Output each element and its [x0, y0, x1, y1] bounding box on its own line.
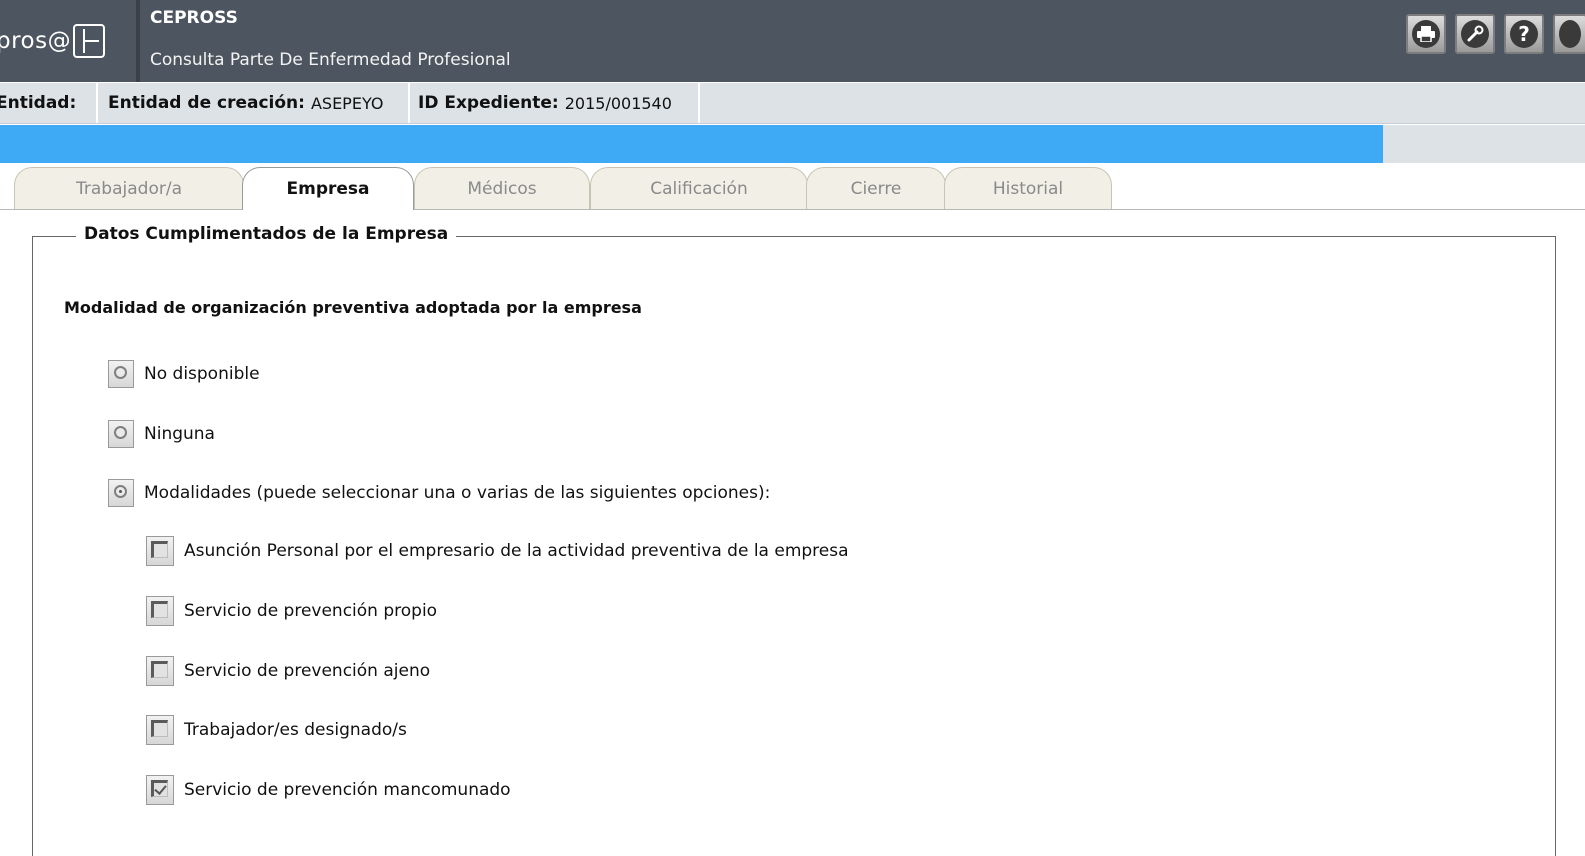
expediente-value: 2015/001540	[564, 93, 672, 113]
entidad-creacion-label: Entidad de creación:	[108, 93, 305, 113]
entidad-creacion-value: ASEPEYO	[310, 93, 384, 113]
checkbox-label: Asunción Personal por el empresario de l…	[184, 541, 849, 561]
checkbox-label: Trabajador/es designado/s	[184, 720, 407, 740]
checkbox[interactable]	[146, 715, 174, 745]
print-icon	[1412, 20, 1440, 48]
tab-empresa[interactable]: Empresa	[242, 167, 414, 210]
tools-button[interactable]	[1455, 14, 1495, 54]
logo-mark-icon	[73, 24, 106, 58]
radio-option-ninguna[interactable]: Ninguna	[108, 420, 215, 448]
checkbox-option-mancomunado[interactable]: Servicio de prevención mancomunado	[146, 775, 511, 805]
radio-option-modalidades[interactable]: Modalidades (puede seleccionar una o var…	[108, 479, 770, 507]
radio-label: No disponible	[144, 364, 260, 384]
tab-cierre[interactable]: Cierre	[806, 167, 946, 209]
fieldset-legend: Datos Cumplimentados de la Empresa	[76, 224, 457, 244]
record-info-bar: Entidad: Entidad de creación: ASEPEYO ID…	[0, 83, 1585, 124]
checkbox-label: Servicio de prevención mancomunado	[184, 780, 511, 800]
help-icon: ?	[1510, 20, 1538, 48]
progress-bar	[0, 125, 1383, 163]
radio-option-no-disponible[interactable]: No disponible	[108, 360, 260, 388]
checkbox-option-propio[interactable]: Servicio de prevención propio	[146, 596, 437, 626]
checkbox-label: Servicio de prevención propio	[184, 601, 438, 621]
progress-bar-remainder	[1383, 125, 1585, 163]
checkbox-option-asuncion[interactable]: Asunción Personal por el empresario de l…	[146, 536, 849, 566]
radio-label: Modalidades (puede seleccionar una o var…	[144, 483, 771, 503]
entidad-cell: Entidad:	[0, 83, 98, 123]
checkbox-label: Servicio de prevención ajeno	[184, 661, 431, 681]
expediente-label: ID Expediente:	[418, 93, 559, 113]
app-header: pros@ CEPROSS Consulta Parte De Enfermed…	[0, 0, 1585, 82]
checkbox[interactable]	[146, 596, 174, 626]
tab-bar-divider	[0, 209, 1585, 210]
tab-bar: Trabajador/a Empresa Médicos Calificació…	[0, 167, 1585, 210]
checkbox[interactable]	[146, 536, 174, 566]
logo-text: pros@	[0, 28, 72, 54]
radio-button-selected[interactable]	[108, 479, 134, 507]
radio-label: Ninguna	[144, 424, 215, 444]
tab-calificacion[interactable]: Calificación	[590, 167, 808, 209]
print-button[interactable]	[1406, 14, 1446, 54]
entidad-label: Entidad:	[0, 93, 77, 113]
page-subtitle: Consulta Parte De Enfermedad Profesional	[150, 50, 511, 70]
tool-icon	[1461, 20, 1489, 48]
entidad-creacion-cell: Entidad de creación: ASEPEYO	[100, 83, 410, 123]
more-icon	[1559, 20, 1581, 48]
tab-trabajador[interactable]: Trabajador/a	[14, 167, 244, 209]
checkbox[interactable]	[146, 656, 174, 686]
expediente-cell: ID Expediente: 2015/001540	[410, 83, 700, 123]
radio-button[interactable]	[108, 420, 134, 448]
tab-historial[interactable]: Historial	[944, 167, 1112, 209]
extra-header-button[interactable]	[1553, 14, 1585, 54]
question-label: Modalidad de organización preventiva ado…	[64, 298, 642, 317]
header-divider	[136, 0, 140, 82]
tab-medicos[interactable]: Médicos	[414, 167, 590, 209]
app-title: CEPROSS	[150, 8, 238, 28]
checkbox-option-ajeno[interactable]: Servicio de prevención ajeno	[146, 656, 430, 686]
radio-button[interactable]	[108, 360, 134, 388]
checkbox-option-designados[interactable]: Trabajador/es designado/s	[146, 715, 407, 745]
help-button[interactable]: ?	[1504, 14, 1544, 54]
checkbox-checked[interactable]	[146, 775, 174, 805]
app-logo: pros@	[0, 0, 138, 82]
